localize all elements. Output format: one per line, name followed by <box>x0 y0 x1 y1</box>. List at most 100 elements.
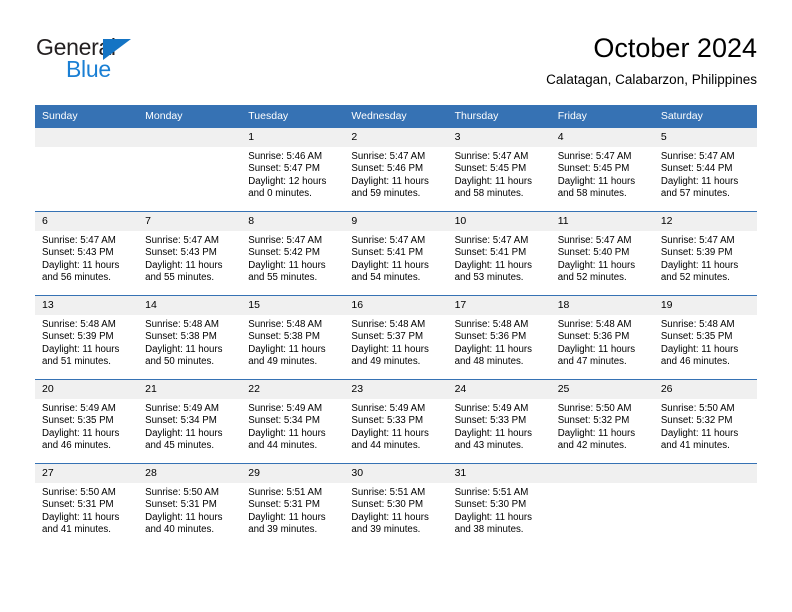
calendar-day-cell[interactable]: 9 Sunrise: 5:47 AM Sunset: 5:41 PM Daylight… <box>344 211 448 296</box>
day-sun-info: Sunrise: 5:48 AM Sunset: 5:38 PM Daylight:… <box>241 315 344 369</box>
sunset-text: Sunset: 5:30 PM <box>454 499 527 511</box>
calendar-day-cell[interactable]: 10 Sunrise: 5:47 AM Sunset: 5:41 PM Dayligh… <box>447 211 551 296</box>
sunrise-text: Sunrise: 5:46 AM <box>248 151 323 162</box>
weekday-header-thursday: Thursday <box>447 105 551 128</box>
day-number: 16 <box>344 296 448 315</box>
calendar-day-cell[interactable]: 19 Sunrise: 5:48 AM Sunset: 5:35 PM Dayligh… <box>653 295 757 380</box>
day-cell-content: 24 Sunrise: 5:49 AM Sunset: 5:33 PM Dayligh… <box>447 380 551 463</box>
day-cell-content: 11 Sunrise: 5:47 AM Sunset: 5:40 PM Dayligh… <box>550 212 654 295</box>
weekday-header-saturday: Saturday <box>653 105 757 128</box>
weekday-header-tuesday: Tuesday <box>241 105 345 128</box>
day-cell-content <box>138 128 242 211</box>
calendar-day-cell[interactable]: 24 Sunrise: 5:49 AM Sunset: 5:33 PM Dayligh… <box>447 379 551 464</box>
daylight-text: Daylight: 11 hours and 45 minutes. <box>145 427 223 452</box>
calendar-day-cell[interactable]: 26 Sunrise: 5:50 AM Sunset: 5:32 PM Dayligh… <box>653 379 757 464</box>
calendar-day-cell[interactable]: 31 Sunrise: 5:51 AM Sunset: 5:30 PM Dayligh… <box>447 463 551 547</box>
sunset-text: Sunset: 5:38 PM <box>145 331 217 343</box>
day-cell-content: 4 Sunrise: 5:47 AM Sunset: 5:45 PM Daylight… <box>550 128 654 211</box>
day-cell-content: 27 Sunrise: 5:50 AM Sunset: 5:31 PM Dayligh… <box>35 464 139 547</box>
day-number: 26 <box>653 380 757 399</box>
day-sun-info: Sunrise: 5:48 AM Sunset: 5:36 PM Daylight:… <box>448 315 551 369</box>
calendar-day-cell[interactable]: 8 Sunrise: 5:47 AM Sunset: 5:42 PM Daylight… <box>241 211 345 296</box>
calendar-day-cell[interactable]: 17 Sunrise: 5:48 AM Sunset: 5:36 PM Dayligh… <box>447 295 551 380</box>
page-header: General Blue October 2024 Calatagan, Cal… <box>0 0 792 100</box>
calendar-day-cell[interactable]: 1 Sunrise: 5:46 AM Sunset: 5:47 PM Daylight… <box>241 128 345 212</box>
sunset-text: Sunset: 5:43 PM <box>42 247 114 259</box>
sunrise-text: Sunrise: 5:48 AM <box>145 319 219 330</box>
day-cell-content: 3 Sunrise: 5:47 AM Sunset: 5:45 PM Daylight… <box>447 128 551 211</box>
daylight-text: Daylight: 11 hours and 50 minutes. <box>145 343 223 368</box>
calendar-day-cell[interactable]: 15 Sunrise: 5:48 AM Sunset: 5:38 PM Dayligh… <box>241 295 345 380</box>
calendar-day-cell[interactable]: 2 Sunrise: 5:47 AM Sunset: 5:46 PM Daylight… <box>344 128 448 212</box>
daylight-text: Daylight: 11 hours and 42 minutes. <box>557 427 636 452</box>
calendar-day-cell[interactable]: 22 Sunrise: 5:49 AM Sunset: 5:34 PM Dayligh… <box>241 379 345 464</box>
calendar-day-cell[interactable]: 18 Sunrise: 5:48 AM Sunset: 5:36 PM Dayligh… <box>550 295 654 380</box>
sunrise-text: Sunrise: 5:48 AM <box>248 319 323 330</box>
day-sun-info: Sunrise: 5:49 AM Sunset: 5:33 PM Daylight:… <box>344 399 447 453</box>
calendar-day-cell[interactable]: 20 Sunrise: 5:49 AM Sunset: 5:35 PM Dayligh… <box>35 379 139 464</box>
day-cell-content <box>653 464 757 547</box>
day-number <box>550 464 654 483</box>
sunrise-text: Sunrise: 5:47 AM <box>557 151 632 162</box>
calendar-cell-empty <box>550 463 654 547</box>
day-sun-info: Sunrise: 5:50 AM Sunset: 5:32 PM Daylight:… <box>654 399 757 453</box>
day-cell-content: 17 Sunrise: 5:48 AM Sunset: 5:36 PM Dayligh… <box>447 296 551 379</box>
day-number: 20 <box>35 380 139 399</box>
daylight-text: Daylight: 11 hours and 39 minutes. <box>351 511 429 536</box>
day-cell-content: 30 Sunrise: 5:51 AM Sunset: 5:30 PM Dayligh… <box>344 464 448 547</box>
logo-text-blue: Blue <box>66 56 111 82</box>
sunrise-text: Sunrise: 5:47 AM <box>351 235 426 246</box>
sunset-text: Sunset: 5:39 PM <box>42 331 114 343</box>
day-number: 19 <box>653 296 757 315</box>
sunset-text: Sunset: 5:31 PM <box>42 499 114 511</box>
calendar-day-cell[interactable]: 11 Sunrise: 5:47 AM Sunset: 5:40 PM Dayligh… <box>550 211 654 296</box>
day-cell-content: 13 Sunrise: 5:48 AM Sunset: 5:39 PM Dayligh… <box>35 296 139 379</box>
calendar-day-cell[interactable]: 13 Sunrise: 5:48 AM Sunset: 5:39 PM Dayligh… <box>35 295 139 380</box>
sunset-text: Sunset: 5:38 PM <box>248 331 320 343</box>
sunrise-text: Sunrise: 5:51 AM <box>351 487 426 498</box>
day-sun-info: Sunrise: 5:50 AM Sunset: 5:32 PM Daylight:… <box>551 399 654 453</box>
day-sun-info: Sunrise: 5:46 AM Sunset: 5:47 PM Daylight:… <box>241 147 344 201</box>
day-sun-info: Sunrise: 5:47 AM Sunset: 5:43 PM Daylight:… <box>35 231 138 285</box>
calendar-day-cell[interactable]: 7 Sunrise: 5:47 AM Sunset: 5:43 PM Daylight… <box>138 211 242 296</box>
calendar-day-cell[interactable]: 12 Sunrise: 5:47 AM Sunset: 5:39 PM Dayligh… <box>653 211 757 296</box>
calendar-day-cell[interactable]: 14 Sunrise: 5:48 AM Sunset: 5:38 PM Dayligh… <box>138 295 242 380</box>
calendar-day-cell[interactable]: 16 Sunrise: 5:48 AM Sunset: 5:37 PM Dayligh… <box>344 295 448 380</box>
calendar-day-cell[interactable]: 23 Sunrise: 5:49 AM Sunset: 5:33 PM Dayligh… <box>344 379 448 464</box>
day-sun-info: Sunrise: 5:51 AM Sunset: 5:30 PM Daylight:… <box>448 483 551 537</box>
calendar-day-cell[interactable]: 5 Sunrise: 5:47 AM Sunset: 5:44 PM Daylight… <box>653 128 757 212</box>
day-sun-info: Sunrise: 5:48 AM Sunset: 5:39 PM Daylight:… <box>35 315 138 369</box>
day-number: 6 <box>35 212 139 231</box>
title-block: October 2024 Calatagan, Calabarzon, Phil… <box>546 32 757 89</box>
day-sun-info: Sunrise: 5:47 AM Sunset: 5:40 PM Daylight:… <box>551 231 654 285</box>
sunrise-text: Sunrise: 5:47 AM <box>557 235 632 246</box>
sunrise-text: Sunrise: 5:47 AM <box>454 235 529 246</box>
day-cell-content <box>35 128 139 211</box>
sunrise-text: Sunrise: 5:51 AM <box>454 487 529 498</box>
calendar-day-cell[interactable]: 3 Sunrise: 5:47 AM Sunset: 5:45 PM Daylight… <box>447 128 551 212</box>
day-cell-content: 6 Sunrise: 5:47 AM Sunset: 5:43 PM Daylight… <box>35 212 139 295</box>
daylight-text: Daylight: 11 hours and 43 minutes. <box>454 427 532 452</box>
sunrise-text: Sunrise: 5:48 AM <box>454 319 529 330</box>
sunrise-text: Sunrise: 5:47 AM <box>145 235 219 246</box>
generalblue-logo[interactable]: General Blue <box>36 34 276 90</box>
calendar-day-cell[interactable]: 25 Sunrise: 5:50 AM Sunset: 5:32 PM Dayligh… <box>550 379 654 464</box>
sunset-text: Sunset: 5:36 PM <box>557 331 630 343</box>
calendar-day-cell[interactable]: 29 Sunrise: 5:51 AM Sunset: 5:31 PM Dayligh… <box>241 463 345 547</box>
day-number: 22 <box>241 380 345 399</box>
day-cell-content: 7 Sunrise: 5:47 AM Sunset: 5:43 PM Daylight… <box>138 212 242 295</box>
daylight-text: Daylight: 11 hours and 49 minutes. <box>351 343 429 368</box>
calendar-day-cell[interactable]: 4 Sunrise: 5:47 AM Sunset: 5:45 PM Daylight… <box>550 128 654 212</box>
daylight-text: Daylight: 11 hours and 41 minutes. <box>42 511 120 536</box>
calendar-day-cell[interactable]: 28 Sunrise: 5:50 AM Sunset: 5:31 PM Dayligh… <box>138 463 242 547</box>
sunset-text: Sunset: 5:44 PM <box>660 163 733 175</box>
day-number: 21 <box>138 380 242 399</box>
calendar-day-cell[interactable]: 6 Sunrise: 5:47 AM Sunset: 5:43 PM Daylight… <box>35 211 139 296</box>
calendar-day-cell[interactable]: 27 Sunrise: 5:50 AM Sunset: 5:31 PM Dayligh… <box>35 463 139 547</box>
calendar-day-cell[interactable]: 21 Sunrise: 5:49 AM Sunset: 5:34 PM Dayligh… <box>138 379 242 464</box>
calendar-day-cell[interactable]: 30 Sunrise: 5:51 AM Sunset: 5:30 PM Dayligh… <box>344 463 448 547</box>
sunrise-text: Sunrise: 5:49 AM <box>454 403 529 414</box>
calendar-cell-empty <box>35 128 139 212</box>
day-number: 12 <box>653 212 757 231</box>
day-sun-info: Sunrise: 5:48 AM Sunset: 5:36 PM Daylight:… <box>551 315 654 369</box>
